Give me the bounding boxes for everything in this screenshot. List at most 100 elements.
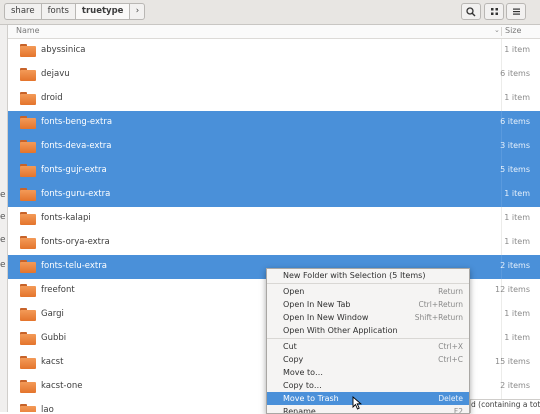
- menu-item-copy[interactable]: Copy Ctrl+C: [267, 353, 469, 366]
- menu-item-label: Copy to…: [283, 381, 322, 390]
- menu-item-label: Rename: [283, 407, 316, 414]
- menu-item-copy-to[interactable]: Copy to…: [267, 379, 469, 392]
- file-name: freefont: [41, 285, 75, 295]
- menu-item-shortcut: Shift+Return: [414, 313, 463, 322]
- file-row[interactable]: abyssinica 1 item: [8, 39, 540, 63]
- file-row[interactable]: fonts-gujr-extra 5 items: [8, 159, 540, 183]
- folder-icon: [20, 356, 36, 369]
- sidebar-fragment: e: [0, 212, 6, 222]
- file-name: lao: [41, 405, 54, 412]
- file-row[interactable]: fonts-kalapi 1 item: [8, 207, 540, 231]
- file-name: Gubbi: [41, 333, 67, 343]
- menu-item-label: Open With Other Application: [283, 326, 398, 335]
- column-header: Name ⌄ Size: [8, 25, 540, 39]
- menu-item-shortcut: Return: [438, 287, 463, 296]
- menu-item-open-with-other-application[interactable]: Open With Other Application: [267, 324, 469, 337]
- file-name: fonts-gujr-extra: [41, 165, 107, 175]
- menu-item-label: Move to…: [283, 368, 324, 377]
- menu-item-open-in-new-tab[interactable]: Open In New Tab Ctrl+Return: [267, 298, 469, 311]
- status-overlay: d (containing a total: [470, 399, 540, 413]
- file-size: 1 item: [504, 213, 530, 222]
- menu-item-label: Move to Trash: [283, 394, 339, 403]
- name-column-header[interactable]: Name: [16, 26, 40, 35]
- sidebar-edge[interactable]: e e e e: [0, 25, 8, 412]
- folder-icon: [20, 164, 36, 177]
- column-divider: [501, 327, 502, 351]
- file-name: droid: [41, 93, 63, 103]
- menu-item-move-to[interactable]: Move to…: [267, 366, 469, 379]
- search-icon: [466, 6, 476, 16]
- folder-icon: [20, 140, 36, 153]
- size-column-header[interactable]: Size: [505, 26, 521, 35]
- file-size: 6 items: [500, 69, 530, 78]
- folder-icon: [20, 236, 36, 249]
- menu-item-shortcut: Ctrl+C: [438, 355, 463, 364]
- breadcrumb-truetype[interactable]: truetype: [74, 3, 130, 20]
- search-button[interactable]: [461, 3, 481, 20]
- view-toggle-button[interactable]: [484, 3, 504, 20]
- menu-separator: [267, 283, 469, 284]
- menu-item-shortcut: Delete: [438, 394, 463, 403]
- file-size: 1 item: [504, 93, 530, 102]
- file-size: 2 items: [500, 261, 530, 270]
- file-size: 2 items: [500, 381, 530, 390]
- file-row[interactable]: fonts-orya-extra 1 item: [8, 231, 540, 255]
- menu-item-rename[interactable]: Rename F2: [267, 405, 469, 414]
- column-divider: [501, 207, 502, 231]
- file-name: fonts-deva-extra: [41, 141, 112, 151]
- folder-icon: [20, 68, 36, 81]
- breadcrumb-forward-button[interactable]: ›: [129, 3, 146, 20]
- file-size: 3 items: [500, 141, 530, 150]
- file-name: dejavu: [41, 69, 70, 79]
- file-size: 1 item: [504, 189, 530, 198]
- file-row[interactable]: dejavu 6 items: [8, 63, 540, 87]
- menu-item-shortcut: Ctrl+X: [438, 342, 463, 351]
- folder-icon: [20, 260, 36, 273]
- folder-icon: [20, 92, 36, 105]
- menu-item-label: Open: [283, 287, 305, 296]
- file-name: kacst-one: [41, 381, 83, 391]
- file-size: 5 items: [500, 165, 530, 174]
- column-divider: [501, 87, 502, 111]
- file-row[interactable]: fonts-deva-extra 3 items: [8, 135, 540, 159]
- menu-item-label: New Folder with Selection (5 Items): [283, 271, 426, 280]
- file-name: kacst: [41, 357, 64, 367]
- menu-item-open-in-new-window[interactable]: Open In New Window Shift+Return: [267, 311, 469, 324]
- file-size: 1 item: [504, 309, 530, 318]
- toolbar: share fonts truetype ›: [0, 0, 540, 25]
- file-name: abyssinica: [41, 45, 86, 55]
- file-size: 1 item: [504, 237, 530, 246]
- file-row[interactable]: fonts-guru-extra 1 item: [8, 183, 540, 207]
- file-row[interactable]: droid 1 item: [8, 87, 540, 111]
- file-row[interactable]: fonts-beng-extra 6 items: [8, 111, 540, 135]
- file-size: 12 items: [495, 285, 530, 294]
- menu-item-move-to-trash[interactable]: Move to Trash Delete: [267, 392, 469, 405]
- menu-item-open[interactable]: Open Return: [267, 285, 469, 298]
- hamburger-menu-icon: [512, 8, 520, 15]
- file-size: 1 item: [504, 333, 530, 342]
- file-name: fonts-beng-extra: [41, 117, 113, 127]
- breadcrumb-fonts[interactable]: fonts: [40, 3, 75, 20]
- context-menu: New Folder with Selection (5 Items) Open R…: [266, 268, 470, 414]
- breadcrumb-share[interactable]: share: [4, 3, 41, 20]
- file-name: fonts-kalapi: [41, 213, 91, 223]
- file-name: fonts-orya-extra: [41, 237, 110, 247]
- menu-item-label: Cut: [283, 342, 297, 351]
- menu-item-cut[interactable]: Cut Ctrl+X: [267, 340, 469, 353]
- sidebar-fragment: e: [0, 260, 6, 270]
- grid-view-icon: [490, 8, 498, 15]
- menu-item-new-folder-with-selection-5-items[interactable]: New Folder with Selection (5 Items): [267, 269, 469, 282]
- folder-icon: [20, 404, 36, 412]
- folder-icon: [20, 44, 36, 57]
- column-divider[interactable]: [501, 27, 502, 36]
- menu-item-shortcut: F2: [453, 407, 463, 414]
- mouse-cursor-icon: [352, 396, 363, 410]
- folder-icon: [20, 212, 36, 225]
- file-name: Gargi: [41, 309, 64, 319]
- menu-item-label: Open In New Tab: [283, 300, 351, 309]
- app-menu-button[interactable]: [506, 3, 526, 20]
- column-divider: [501, 303, 502, 327]
- column-divider: [501, 39, 502, 63]
- menu-item-label: Copy: [283, 355, 304, 364]
- folder-icon: [20, 116, 36, 129]
